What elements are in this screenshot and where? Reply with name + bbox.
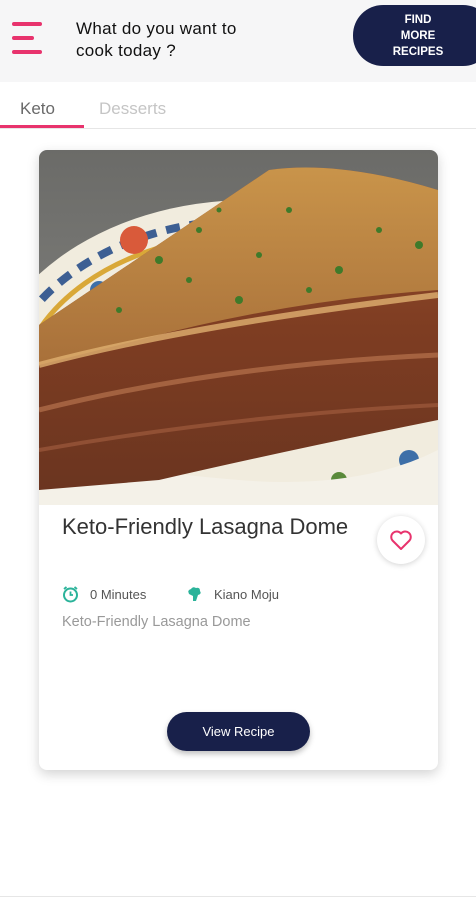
top-bar: What do you want to cook today ? FIND MO… [0, 0, 476, 82]
page-headline: What do you want to cook today ? [76, 19, 237, 60]
recipe-card[interactable]: Keto-Friendly Lasagna Dome 0 Minutes Kia… [39, 150, 438, 770]
view-recipe-button[interactable]: View Recipe [167, 712, 310, 751]
recipe-description: Keto-Friendly Lasagna Dome [62, 614, 251, 630]
favorite-button[interactable] [377, 516, 425, 564]
recipe-photo [39, 150, 438, 505]
active-tab-indicator [0, 125, 84, 128]
cook-time-label: 0 Minutes [90, 586, 147, 602]
chef-icon [188, 586, 201, 601]
recipe-author: Kiano Moju [186, 584, 279, 604]
heart-icon [390, 530, 412, 550]
tab-desserts[interactable]: Desserts [99, 99, 166, 119]
bottom-divider [0, 896, 476, 897]
category-tabs: Keto Desserts [0, 92, 476, 129]
find-more-recipes-button[interactable]: FIND MORE RECIPES [353, 5, 476, 66]
clock-icon [63, 585, 78, 602]
tab-keto[interactable]: Keto [20, 99, 55, 119]
recipe-title: Keto-Friendly Lasagna Dome [62, 514, 349, 539]
find-more-recipes-label: FIND MORE RECIPES [392, 13, 444, 58]
cook-time: 0 Minutes [62, 584, 146, 604]
author-name: Kiano Moju [214, 586, 280, 602]
menu-icon[interactable] [12, 20, 48, 56]
